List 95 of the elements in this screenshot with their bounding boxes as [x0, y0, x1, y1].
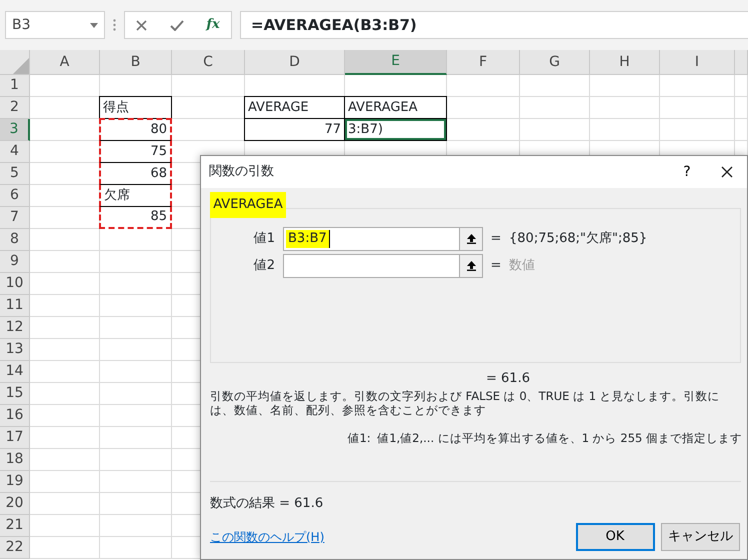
row-header[interactable]: 13: [0, 339, 30, 361]
insert-function-button[interactable]: fx: [206, 15, 220, 35]
collapse-button[interactable]: [459, 226, 483, 250]
table-cell: 80: [99, 118, 172, 141]
table-cell: [590, 75, 660, 97]
table-cell: [30, 75, 100, 97]
row-header[interactable]: 4: [0, 141, 30, 163]
table-cell: [30, 339, 100, 361]
row-header[interactable]: 21: [0, 515, 30, 537]
help-button[interactable]: ?: [667, 157, 707, 187]
row-header[interactable]: 6: [0, 185, 30, 207]
argument-result: {80;75;68;"欠席";85}: [509, 230, 648, 248]
function-name: AVERAGEA: [210, 192, 286, 218]
row-header[interactable]: 7: [0, 207, 30, 229]
caret-icon[interactable]: [90, 22, 98, 28]
current-result: = 61.6: [486, 371, 530, 386]
collapse-button[interactable]: [459, 254, 483, 278]
help-link[interactable]: この関数のヘルプ(H): [210, 528, 569, 546]
table-cell: AVERAGEA: [344, 96, 447, 119]
dialog-button[interactable]: キャンセル: [661, 523, 740, 551]
column-header[interactable]: A: [30, 50, 100, 75]
formula-result: 数式の結果 = 61.6: [210, 496, 324, 510]
column-header[interactable]: C: [172, 50, 245, 75]
table-cell: [30, 317, 100, 339]
grip-icon: [113, 19, 116, 31]
table-cell: 得点: [99, 96, 172, 119]
row-header[interactable]: 19: [0, 471, 30, 493]
column-header[interactable]: F: [447, 50, 520, 75]
up-arrow-icon[interactable]: [466, 260, 476, 271]
cancel-icon[interactable]: [136, 20, 148, 30]
row-header[interactable]: 11: [0, 295, 30, 317]
table-cell: [30, 383, 100, 405]
row-header[interactable]: 22: [0, 537, 30, 559]
row-header[interactable]: 12: [0, 317, 30, 339]
table-cell: [520, 97, 590, 119]
table-cell: [30, 427, 100, 449]
row-header[interactable]: 9: [0, 251, 30, 273]
argument-label: 値1: [252, 230, 276, 248]
check-icon[interactable]: [170, 20, 184, 30]
table-cell: [30, 493, 100, 515]
table-cell: [735, 75, 748, 97]
up-arrow-icon[interactable]: [466, 233, 476, 244]
name-box[interactable]: B3: [5, 11, 105, 39]
row-header[interactable]: 2: [0, 97, 30, 119]
row-header[interactable]: 8: [0, 229, 30, 251]
argument-field[interactable]: B3:B7: [283, 226, 459, 250]
table-cell: 68: [99, 162, 172, 185]
column-header[interactable]: B: [100, 50, 172, 75]
table-cell: [30, 361, 100, 383]
table-cell: 75: [99, 140, 172, 163]
table-cell: [30, 449, 100, 471]
dialog-button[interactable]: OK: [576, 523, 654, 551]
row-header[interactable]: 5: [0, 163, 30, 185]
table-cell: [30, 405, 100, 427]
row-header[interactable]: 3: [0, 119, 30, 141]
table-cell: [30, 229, 100, 251]
argument-help-text: 値1,値2,... には平均を算出する値を、1 から 255 個まで指定します: [377, 430, 742, 448]
row-header[interactable]: 15: [0, 383, 30, 405]
close-icon[interactable]: [721, 166, 733, 178]
table-cell: [30, 471, 100, 493]
equals-sign: =: [490, 230, 502, 248]
name-box-value: B3: [12, 16, 31, 34]
table-cell: [735, 97, 748, 119]
description-text: 引数の平均値を返します。引数の文字列および FALSE は 0、TRUE は 1 と見なします。引数には、数値、名前、配列、参照を含むことができます: [209, 388, 721, 418]
table-cell: [30, 515, 100, 537]
table-cell: 3:B7): [344, 118, 447, 141]
equals-sign: =: [490, 256, 502, 275]
table-cell: [30, 251, 100, 273]
argument-result: 数値: [509, 256, 535, 275]
argument-field[interactable]: [283, 254, 459, 278]
column-header[interactable]: D: [245, 50, 345, 75]
row-header[interactable]: 18: [0, 449, 30, 471]
row-header[interactable]: 20: [0, 493, 30, 515]
table-cell: AVERAGE: [244, 96, 345, 119]
argument-help-label: 値1:: [347, 430, 371, 448]
row-header[interactable]: 1: [0, 75, 30, 97]
table-cell: [30, 273, 100, 295]
argument-label: 値2: [252, 256, 276, 275]
row-header[interactable]: 16: [0, 405, 30, 427]
table-cell: [520, 75, 590, 97]
column-header[interactable]: I: [660, 50, 735, 75]
table-cell: [30, 537, 100, 559]
column-header[interactable]: G: [520, 50, 590, 75]
table-cell: [590, 97, 660, 119]
table-cell: 欠席: [99, 184, 172, 207]
column-header[interactable]: H: [590, 50, 660, 75]
table-cell: [30, 295, 100, 317]
row-header[interactable]: 17: [0, 427, 30, 449]
table-cell: 85: [99, 206, 172, 229]
formula-field[interactable]: =AVERAGEA(B3:B7): [240, 11, 748, 39]
dialog-title: 関数の引数: [209, 163, 275, 182]
table-cell: 77: [244, 118, 345, 141]
row-header[interactable]: 10: [0, 273, 30, 295]
row-header[interactable]: 14: [0, 361, 30, 383]
column-header[interactable]: E: [345, 50, 447, 75]
